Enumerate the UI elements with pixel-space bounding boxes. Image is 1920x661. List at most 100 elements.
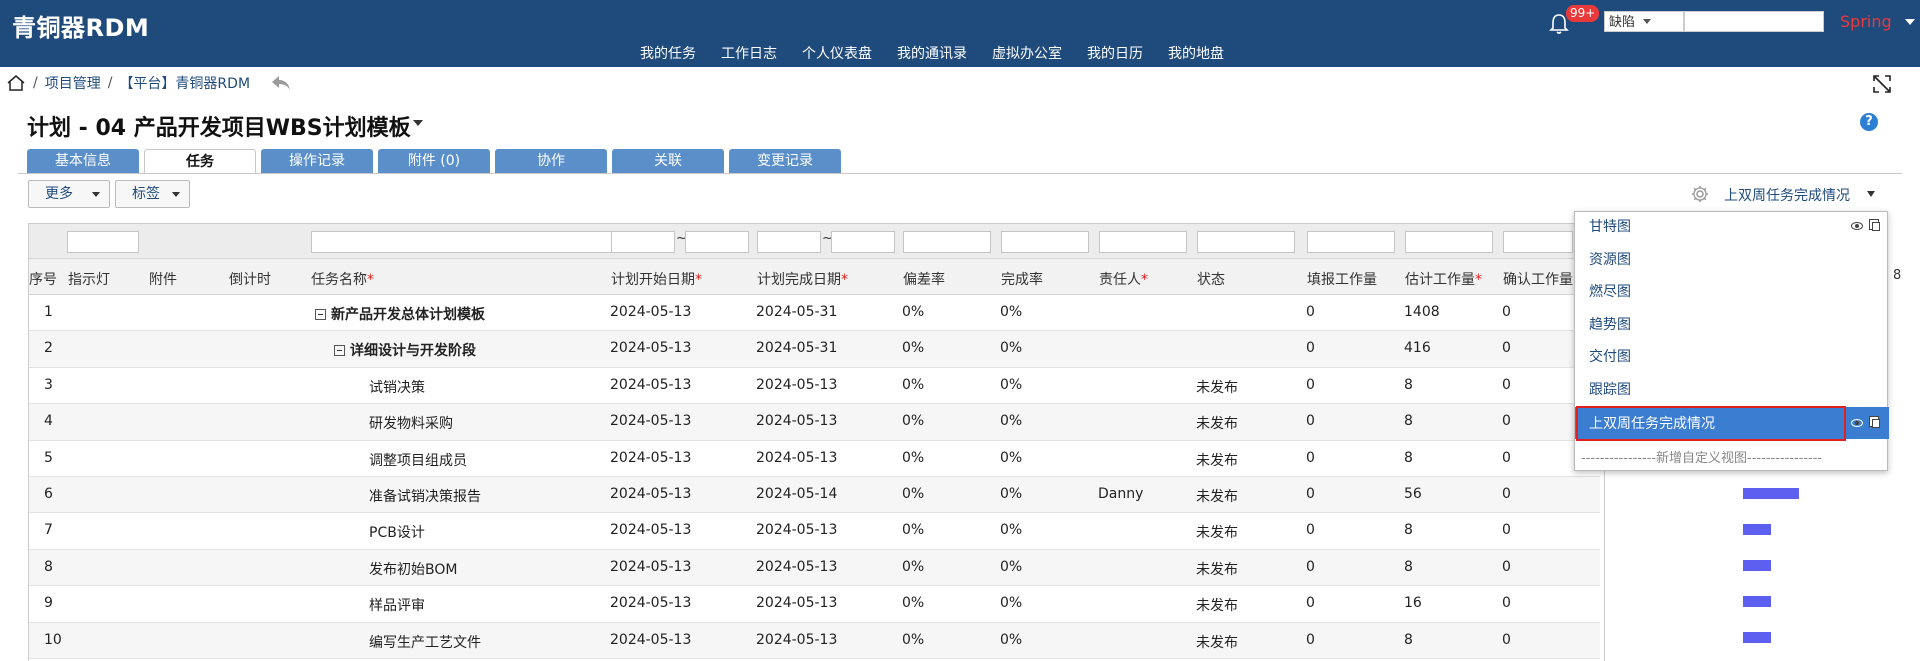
home-icon[interactable]	[6, 74, 26, 92]
col-plan-start[interactable]: 计划开始日期*	[611, 269, 702, 289]
filter-plan-end-to[interactable]	[831, 231, 895, 253]
filter-plan-start-from[interactable]	[611, 231, 675, 253]
eye-icon[interactable]	[1851, 222, 1863, 230]
task-name-cell[interactable]: 详细设计与开发阶段	[334, 340, 476, 360]
chevron-down-icon[interactable]	[1905, 19, 1915, 25]
filter-confirmed-input[interactable]	[1503, 231, 1573, 253]
view-gantt[interactable]: 甘特图	[1589, 216, 1631, 236]
tab-relations[interactable]: 关联	[612, 149, 724, 173]
nav-calendar[interactable]: 我的日历	[1087, 43, 1143, 63]
filter-deviation-input[interactable]	[903, 231, 991, 253]
tab-basic-info[interactable]: 基本信息	[27, 149, 139, 173]
tab-collaboration[interactable]: 协作	[495, 149, 607, 173]
col-seq[interactable]: 序号	[29, 269, 57, 289]
filter-indicator-input[interactable]	[67, 231, 139, 253]
copy-icon[interactable]	[1869, 416, 1880, 428]
col-reported[interactable]: 填报工作量	[1307, 269, 1377, 289]
nav-my-space[interactable]: 我的地盘	[1168, 43, 1224, 63]
app-logo[interactable]: 青铜器RDM	[12, 8, 149, 43]
table-row[interactable]: 6 准备试销决策报告 2024-05-13 2024-05-14 0% 0% Danny 未发…	[29, 476, 1600, 514]
task-name-cell[interactable]: PCB设计	[369, 522, 425, 542]
task-name-cell[interactable]: 准备试销决策报告	[369, 486, 481, 506]
nav-dashboard[interactable]: 个人仪表盘	[802, 43, 872, 63]
chevron-down-icon[interactable]	[413, 120, 423, 126]
col-owner[interactable]: 责任人*	[1099, 269, 1148, 289]
tab-change-log[interactable]: 变更记录	[729, 149, 841, 173]
add-custom-view[interactable]: ----------------新增自定义视图----------------	[1581, 447, 1822, 466]
task-name-cell[interactable]: 试销决策	[369, 377, 425, 397]
filter-status-input[interactable]	[1197, 231, 1295, 253]
gantt-bar-row-8[interactable]	[1743, 560, 1771, 571]
col-attachment[interactable]: 附件	[149, 269, 177, 289]
task-name-cell[interactable]: 发布初始BOM	[369, 559, 457, 579]
table-row[interactable]: 1 新产品开发总体计划模板 2024-05-13 2024-05-31 0% 0% 0 140…	[29, 295, 1600, 332]
filter-owner-input[interactable]	[1099, 231, 1187, 253]
nav-virtual-office[interactable]: 虚拟办公室	[992, 43, 1062, 63]
chevron-down-icon[interactable]	[1867, 191, 1875, 197]
col-indicator[interactable]: 指示灯	[68, 269, 110, 289]
table-row[interactable]: 5 调整项目组成员 2024-05-13 2024-05-13 0% 0% 未发布 0 8 0	[29, 441, 1600, 477]
table-row[interactable]: 9 样品评审 2024-05-13 2024-05-13 0% 0% 未发布 0 16 0	[29, 586, 1600, 623]
filter-reported-input[interactable]	[1307, 231, 1395, 253]
tags-button[interactable]: 标签	[115, 180, 190, 208]
table-row[interactable]: 10 编写生产工艺文件 2024-05-13 2024-05-13 0% 0% 未发布 0 8 0	[29, 622, 1600, 659]
filter-plan-start-to[interactable]	[685, 231, 749, 253]
breadcrumb-project[interactable]: 【平台】青铜器RDM	[119, 73, 250, 93]
breadcrumb-project-management[interactable]: 项目管理	[45, 73, 101, 93]
col-estimated[interactable]: 估计工作量*	[1405, 269, 1482, 289]
col-deviation[interactable]: 偏差率	[903, 269, 945, 289]
filter-task-name-input[interactable]	[311, 231, 627, 253]
col-countdown[interactable]: 倒计时	[229, 269, 271, 289]
fullscreen-icon[interactable]	[1872, 74, 1892, 94]
table-row[interactable]: 7 PCB设计 2024-05-13 2024-05-13 0% 0% 未发布 0 8 0	[29, 513, 1600, 550]
task-name-cell[interactable]: 研发物料采购	[369, 413, 453, 433]
view-select[interactable]: 上双周任务完成情况	[1724, 185, 1850, 205]
required-mark: *	[367, 272, 374, 288]
view-delivery[interactable]: 交付图	[1589, 346, 1631, 366]
collapse-icon[interactable]	[334, 345, 345, 357]
col-confirmed[interactable]: 确认工作量	[1503, 269, 1573, 289]
task-name-cell[interactable]: 样品评审	[369, 595, 425, 615]
task-name-cell[interactable]: 调整项目组成员	[369, 450, 467, 470]
filter-estimated-input[interactable]	[1405, 231, 1493, 253]
cell-start: 2024-05-13	[610, 340, 692, 357]
nav-my-tasks[interactable]: 我的任务	[640, 43, 696, 63]
task-name-cell[interactable]: 新产品开发总体计划模板	[315, 304, 485, 324]
nav-work-log[interactable]: 工作日志	[721, 43, 777, 63]
more-button[interactable]: 更多	[28, 180, 110, 208]
search-scope-select[interactable]: 缺陷	[1604, 11, 1684, 32]
view-tracking[interactable]: 跟踪图	[1589, 379, 1631, 399]
filter-completion-input[interactable]	[1001, 231, 1089, 253]
col-completion[interactable]: 完成率	[1001, 269, 1043, 289]
col-plan-end[interactable]: 计划完成日期*	[757, 269, 848, 289]
gantt-bar-row-10[interactable]	[1743, 632, 1771, 643]
search-input[interactable]	[1684, 11, 1824, 32]
collapse-icon[interactable]	[315, 309, 326, 320]
filter-plan-end-from[interactable]	[757, 231, 821, 253]
user-menu[interactable]: Spring	[1840, 12, 1892, 31]
table-row[interactable]: 8 发布初始BOM 2024-05-13 2024-05-13 0% 0% 未发布 0 8 0	[29, 549, 1600, 587]
view-trend[interactable]: 趋势图	[1589, 314, 1631, 334]
task-name-text: PCB设计	[369, 525, 425, 542]
gantt-bar-row-7[interactable]	[1743, 524, 1771, 535]
gantt-bar-row-9[interactable]	[1743, 596, 1771, 607]
help-icon[interactable]: ?	[1860, 113, 1878, 131]
gear-icon[interactable]	[1690, 184, 1710, 204]
table-row[interactable]: 4 研发物料采购 2024-05-13 2024-05-13 0% 0% 未发布 0 8 0	[29, 404, 1600, 441]
back-arrow-icon[interactable]	[270, 74, 292, 92]
tab-tasks[interactable]: 任务	[144, 149, 256, 173]
col-status[interactable]: 状态	[1197, 269, 1225, 289]
eye-icon[interactable]	[1851, 419, 1863, 427]
col-task-name[interactable]: 任务名称*	[311, 269, 374, 289]
nav-contacts[interactable]: 我的通讯录	[897, 43, 967, 63]
copy-icon[interactable]	[1869, 219, 1880, 231]
view-resource[interactable]: 资源图	[1589, 249, 1631, 269]
table-row[interactable]: 3 试销决策 2024-05-13 2024-05-13 0% 0% 未发布 0 8 0	[29, 368, 1600, 405]
tags-button-label: 标签	[132, 186, 160, 202]
tab-attachments[interactable]: 附件 (0)	[378, 149, 490, 173]
tab-operation-log[interactable]: 操作记录	[261, 149, 373, 173]
table-row[interactable]: 2 详细设计与开发阶段 2024-05-13 2024-05-31 0% 0% 0 416 0	[29, 331, 1600, 368]
gantt-bar-row-6[interactable]	[1743, 488, 1799, 499]
task-name-cell[interactable]: 编写生产工艺文件	[369, 632, 481, 652]
view-burndown[interactable]: 燃尽图	[1589, 281, 1631, 301]
